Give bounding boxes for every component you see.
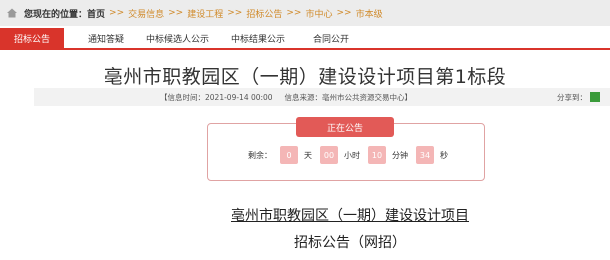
breadcrumb-separator: >>: [227, 8, 243, 18]
page-title: 亳州市职教园区（一期）建设设计项目第1标段: [103, 66, 507, 88]
breadcrumb-separator: >>: [286, 8, 302, 18]
minutes-value: 10: [368, 146, 386, 164]
share-label: 分享到：: [557, 92, 587, 102]
breadcrumb-prefix: 您现在的位置：: [24, 9, 88, 20]
info-bar: 【信息时间：2021-09-14 00:00 信息来源：亳州市公共资源交易中心】…: [34, 88, 610, 106]
tab-notice-qa[interactable]: 通知答疑: [78, 28, 134, 48]
info-source: 信息来源：亳州市公共资源交易中心】: [284, 92, 413, 102]
share-area: 分享到：: [557, 92, 600, 103]
breadcrumb: 您现在的位置： 首页 >> 交易信息 >> 建设工程 >> 招标公告 >> 市中…: [0, 0, 610, 26]
seconds-unit: 秒: [440, 150, 448, 160]
minutes-unit: 分钟: [392, 150, 408, 160]
share-icon[interactable]: [590, 92, 600, 102]
home-icon[interactable]: [6, 7, 18, 19]
breadcrumb-item-city-center[interactable]: 市中心: [305, 7, 332, 20]
breadcrumb-separator: >>: [109, 8, 125, 18]
countdown-row: 剩余： 0 天 00 小时 10 分钟 34 秒: [208, 145, 484, 165]
days-value: 0: [280, 146, 298, 164]
status-badge: 正在公告: [296, 117, 394, 137]
seconds-value: 34: [416, 146, 434, 164]
hours-value: 00: [320, 146, 338, 164]
tab-bar: 招标公告 通知答疑 中标候选人公示 中标结果公示 合同公开: [0, 28, 610, 50]
info-time: 【信息时间：2021-09-14 00:00: [160, 92, 273, 102]
tab-tender-notice[interactable]: 招标公告: [0, 28, 64, 48]
breadcrumb-item-tender-notice[interactable]: 招标公告: [246, 7, 282, 20]
info-meta: 【信息时间：2021-09-14 00:00 信息来源：亳州市公共资源交易中心】: [160, 92, 412, 103]
breadcrumb-item-trade-info[interactable]: 交易信息: [128, 7, 164, 20]
breadcrumb-item-city-level[interactable]: 市本级: [356, 7, 383, 20]
countdown-panel: 正在公告 剩余： 0 天 00 小时 10 分钟 34 秒: [207, 117, 485, 181]
remaining-label: 剩余：: [248, 150, 272, 160]
breadcrumb-separator: >>: [336, 8, 352, 18]
breadcrumb-separator: >>: [168, 8, 184, 18]
document-heading: 亳州市职教园区（一期）建设设计项目: [231, 208, 469, 224]
breadcrumb-item-construction[interactable]: 建设工程: [187, 7, 223, 20]
hours-unit: 小时: [344, 150, 360, 160]
tab-result-publicity[interactable]: 中标结果公示: [221, 28, 295, 48]
tab-candidate-publicity[interactable]: 中标候选人公示: [136, 28, 219, 48]
document-subheading: 招标公告（网招）: [294, 235, 406, 251]
days-unit: 天: [304, 150, 312, 160]
tab-contract-public[interactable]: 合同公开: [303, 28, 359, 48]
breadcrumb-home-link[interactable]: 首页: [87, 7, 105, 20]
